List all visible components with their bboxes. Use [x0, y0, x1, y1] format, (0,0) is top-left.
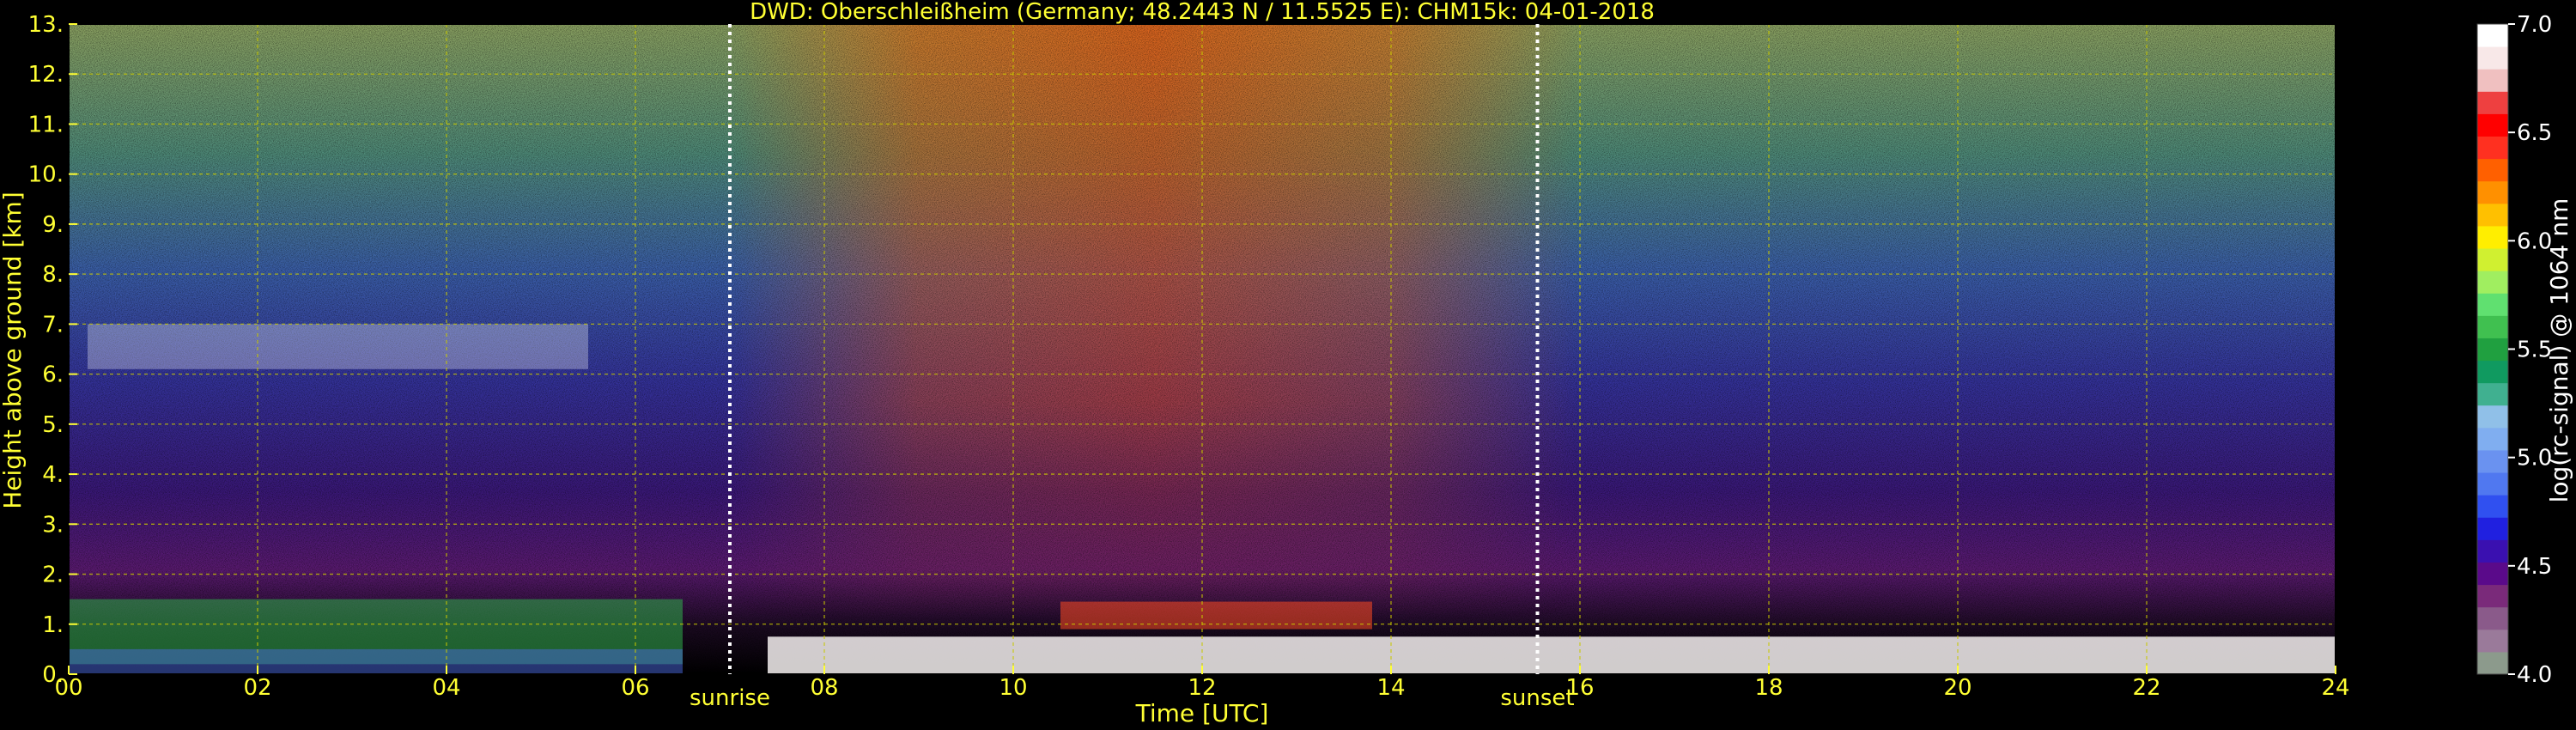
x-tick-label-12: 24 — [2321, 675, 2349, 701]
colorbar-segment-11 — [2477, 405, 2508, 429]
colorbar-segment-0 — [2477, 651, 2508, 675]
boundary-layer-signal — [768, 636, 2336, 674]
colorbar-segment-15 — [2477, 315, 2508, 338]
y-tick-label-2: 2. — [42, 563, 64, 588]
colorbar-segment-26 — [2477, 69, 2508, 92]
y-tick-label-0: 0. — [42, 662, 64, 688]
colorbar-tick-label-1: 4.5 — [2517, 554, 2552, 580]
x-tick-label-11: 22 — [2132, 675, 2160, 701]
x-tick-label-5: 10 — [999, 675, 1027, 701]
colorbar-segment-27 — [2477, 46, 2508, 70]
colorbar-segment-6 — [2477, 517, 2508, 540]
colorbar-segment-7 — [2477, 495, 2508, 518]
colorbar-segment-3 — [2477, 584, 2508, 608]
sunrise-label: sunrise — [690, 685, 770, 711]
mid-level-cloud-layer — [88, 324, 588, 369]
y-tick-label-6: 6. — [42, 362, 64, 388]
y-tick-label-3: 3. — [42, 512, 64, 538]
colorbar-segment-4 — [2477, 562, 2508, 586]
colorbar-segment-8 — [2477, 472, 2508, 496]
x-tick-label-1: 02 — [243, 675, 271, 701]
sunset-label: sunset — [1500, 685, 1574, 711]
colorbar-segment-22 — [2477, 158, 2508, 182]
y-tick-label-4: 4. — [42, 462, 64, 488]
colorbar-segment-17 — [2477, 271, 2508, 294]
y-tick-label-10: 10. — [28, 162, 64, 188]
colorbar-segment-16 — [2477, 293, 2508, 316]
colorbar-segment-21 — [2477, 180, 2508, 204]
colorbar-label: log(rc-signal) @ 1064 nm — [2545, 198, 2573, 503]
colorbar-segment-24 — [2477, 113, 2508, 137]
colorbar: 4.04.55.05.56.06.57.0 — [2476, 12, 2552, 688]
colorbar-segment-1 — [2477, 629, 2508, 653]
colorbar-segment-12 — [2477, 382, 2508, 406]
colorbar-segment-23 — [2477, 136, 2508, 160]
x-tick-label-6: 12 — [1188, 675, 1216, 701]
colorbar-segment-2 — [2477, 606, 2508, 630]
colorbar-segment-9 — [2477, 449, 2508, 473]
colorbar-segment-20 — [2477, 203, 2508, 227]
x-axis-label: Time [UTC] — [1135, 699, 1269, 727]
colorbar-tick-label-0: 4.0 — [2517, 662, 2552, 688]
colorbar-segment-13 — [2477, 360, 2508, 384]
night-surface-layer — [69, 648, 683, 674]
colorbar-segment-5 — [2477, 539, 2508, 563]
y-tick-label-1: 1. — [42, 612, 64, 638]
colorbar-segment-19 — [2477, 225, 2508, 249]
colorbar-segment-18 — [2477, 248, 2508, 271]
x-tick-label-9: 18 — [1754, 675, 1783, 701]
ceilometer-chart: 00 02 04 06 08 10 12 14 16 18 20 22 24 0.1.2.3.4.5.6… — [0, 0, 2573, 727]
x-tick-label-3: 06 — [621, 675, 649, 701]
x-tick-label-2: 04 — [432, 675, 460, 701]
colorbar-segment-28 — [2477, 24, 2508, 47]
colorbar-segment-25 — [2477, 91, 2508, 114]
y-tick-label-11: 11. — [28, 112, 64, 137]
x-tick-label-4: 08 — [810, 675, 838, 701]
y-tick-label-9: 9. — [42, 212, 64, 238]
y-tick-label-5: 5. — [42, 412, 64, 438]
colorbar-tick-label-5: 6.5 — [2517, 120, 2552, 146]
y-tick-label-12: 12. — [28, 62, 64, 88]
y-axis-label: Height above ground [km] — [0, 192, 27, 509]
y-tick-label-13: 13. — [28, 12, 64, 38]
x-tick-label-7: 14 — [1376, 675, 1405, 701]
daytime-aerosol-layer — [1060, 601, 1372, 630]
y-tick-label-8: 8. — [42, 262, 64, 288]
x-tick-label-10: 20 — [1943, 675, 1971, 701]
chart-title: DWD: Oberschleißheim (Germany; 48.2443 N… — [750, 0, 1655, 25]
colorbar-tick-label-6: 7.0 — [2517, 12, 2552, 38]
y-tick-label-7: 7. — [42, 312, 64, 338]
colorbar-segment-10 — [2477, 427, 2508, 451]
colorbar-segment-14 — [2477, 338, 2508, 362]
